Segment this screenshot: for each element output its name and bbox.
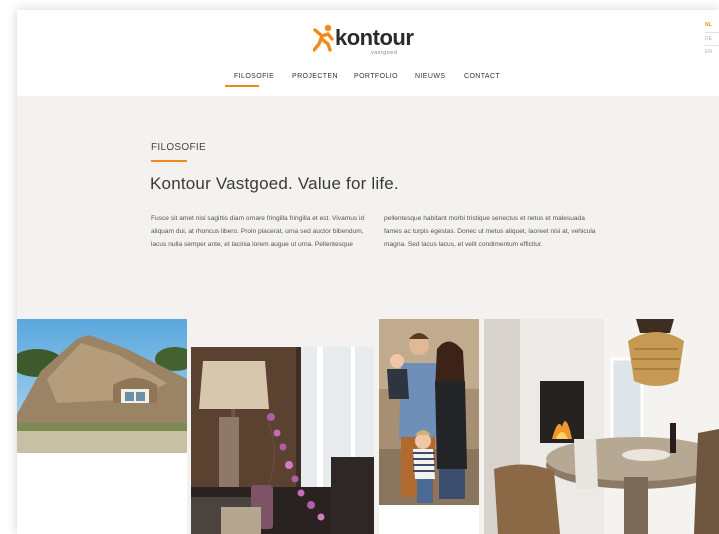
- dining-room-image: [484, 319, 719, 534]
- body-text-right: pellentesque habitant morbi tristique se…: [384, 215, 596, 248]
- page: kontour vastgoed FILOSOFIE PROJECTEN POR…: [0, 0, 719, 534]
- nav-active-indicator: [225, 85, 259, 87]
- body-text-left: Fusce sit amet nisl sagittis diam ornare…: [151, 215, 365, 248]
- logo-wordmark: kontour: [335, 25, 414, 50]
- nav-item-contact[interactable]: CONTACT: [464, 72, 500, 82]
- photo-spacer: [17, 453, 187, 534]
- kontour-figure-icon: [313, 24, 334, 52]
- site-header: kontour vastgoed FILOSOFIE PROJECTEN POR…: [17, 10, 719, 96]
- lang-divider: [705, 45, 719, 46]
- page-headline: Kontour Vastgoed. Value for life.: [150, 174, 399, 193]
- photo-spacer: [379, 505, 479, 534]
- logo[interactable]: kontour vastgoed: [313, 24, 414, 58]
- nav-item-projecten[interactable]: PROJECTEN: [292, 72, 338, 82]
- lang-item-de[interactable]: DE: [705, 36, 712, 43]
- content-section: FILOSOFIE Kontour Vastgoed. Value for li…: [17, 96, 719, 534]
- nav-item-filosofie[interactable]: FILOSOFIE: [234, 72, 274, 82]
- photo-dining-room[interactable]: [484, 319, 719, 534]
- browser-frame: kontour vastgoed FILOSOFIE PROJECTEN POR…: [17, 10, 719, 534]
- section-accent-rule: [151, 160, 187, 162]
- lang-item-en[interactable]: EN: [705, 49, 712, 56]
- nav-item-portfolio[interactable]: PORTFOLIO: [354, 72, 398, 82]
- photo-house[interactable]: [17, 319, 187, 453]
- family-image: [379, 319, 479, 505]
- living-room-image: [191, 347, 374, 534]
- lang-item-nl[interactable]: NL: [705, 22, 712, 29]
- logo-tagline: vastgoed: [371, 50, 398, 56]
- photo-living-room[interactable]: [191, 347, 374, 534]
- photo-family[interactable]: [379, 319, 479, 505]
- lang-divider: [705, 32, 719, 33]
- house-image: [17, 319, 187, 453]
- nav-item-nieuws[interactable]: NIEUWS: [415, 72, 445, 82]
- section-label: FILOSOFIE: [151, 142, 206, 153]
